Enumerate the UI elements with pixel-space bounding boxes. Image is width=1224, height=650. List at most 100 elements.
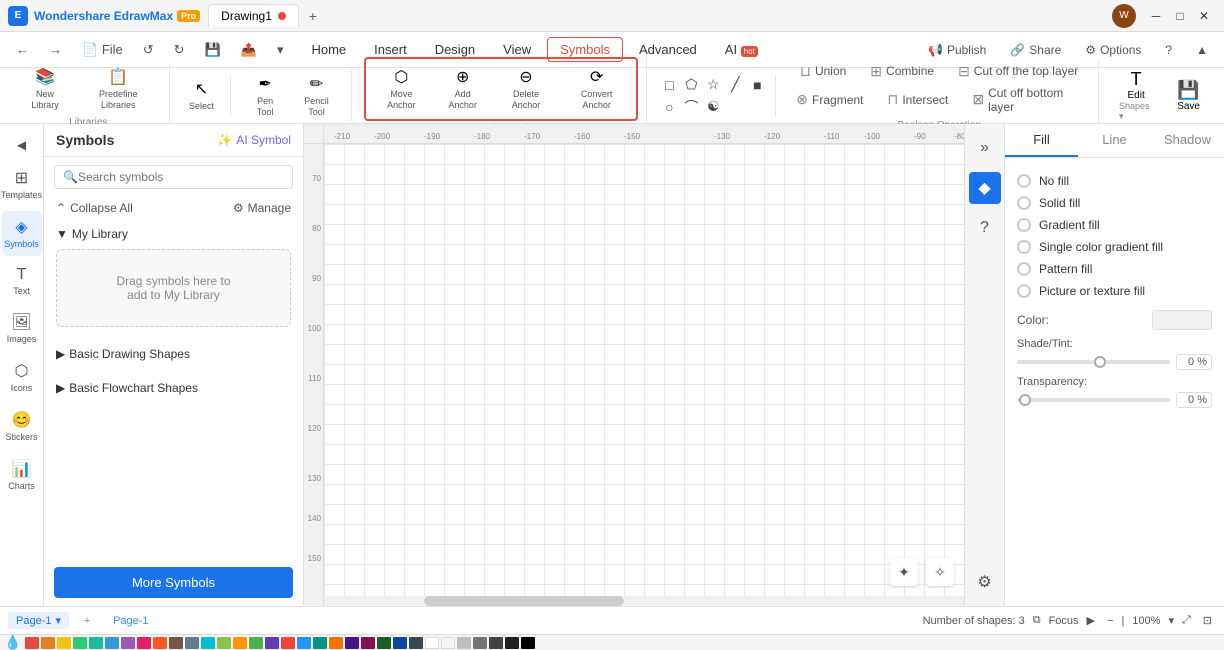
collapse-ribbon-button[interactable]: ▲ [1188, 39, 1216, 61]
color-swatch[interactable] [153, 637, 167, 649]
document-tab[interactable]: Drawing1 [208, 4, 299, 27]
settings-tool-button[interactable]: ⚙ [969, 566, 1001, 598]
shade-tint-track[interactable] [1017, 360, 1170, 364]
sidebar-item-text[interactable]: T Text [2, 260, 42, 303]
star-shape[interactable]: ☆ [703, 75, 723, 95]
play-icon[interactable]: ▶ [1087, 614, 1095, 627]
gradient-fill-option[interactable]: Gradient fill [1017, 214, 1212, 236]
tab-fill[interactable]: Fill [1005, 124, 1078, 157]
color-swatch[interactable] [377, 637, 391, 649]
sidebar-item-symbols[interactable]: ◈ Symbols [2, 211, 42, 256]
canvas-area[interactable]: -210 -200 -190 -180 -170 -160 -150 -130 … [304, 124, 964, 606]
color-swatch[interactable] [489, 637, 503, 649]
question-tool-button[interactable]: ? [969, 212, 1001, 244]
color-swatch[interactable] [457, 637, 471, 649]
close-button[interactable]: ✕ [1192, 4, 1216, 28]
transparency-thumb[interactable] [1019, 394, 1031, 406]
minimize-button[interactable]: ─ [1144, 4, 1168, 28]
color-swatch[interactable] [393, 637, 407, 649]
rect-shape[interactable]: □ [659, 75, 679, 95]
single-color-option[interactable]: Single color gradient fill [1017, 236, 1212, 258]
predefine-libraries-button[interactable]: 📋 Predefine Libraries [76, 63, 160, 115]
color-swatch[interactable] [185, 637, 199, 649]
color-swatch[interactable] [425, 637, 439, 649]
star-icon-btn[interactable]: ✧ [926, 558, 954, 586]
no-fill-radio[interactable] [1017, 174, 1031, 188]
share-button[interactable]: 🔗 Share [1002, 39, 1069, 61]
union-button[interactable]: ⊔ Union [792, 61, 854, 82]
picture-fill-radio[interactable] [1017, 284, 1031, 298]
color-swatch[interactable] [361, 637, 375, 649]
color-swatch[interactable] [505, 637, 519, 649]
fill-tool-button[interactable]: ◆ [969, 172, 1001, 204]
collapse-all-button[interactable]: ⌃ Collapse All [56, 201, 133, 215]
h-scrollbar[interactable] [324, 596, 964, 606]
spiral-shape[interactable]: ☯ [703, 97, 723, 117]
color-swatch[interactable] [57, 637, 71, 649]
color-swatch[interactable] [345, 637, 359, 649]
color-swatch[interactable] [105, 637, 119, 649]
tab-shadow[interactable]: Shadow [1151, 124, 1224, 157]
expand-right-button[interactable]: » [969, 132, 1001, 164]
file-menu[interactable]: 📄 File [74, 38, 131, 62]
pencil-tool-button[interactable]: ✏ Pencil Tool [290, 70, 343, 122]
tab-line[interactable]: Line [1078, 124, 1151, 157]
color-swatch[interactable] [41, 637, 55, 649]
shade-tint-thumb[interactable] [1094, 356, 1106, 368]
color-swatch[interactable] [25, 637, 39, 649]
pattern-fill-option[interactable]: Pattern fill [1017, 258, 1212, 280]
line-shape[interactable]: ╱ [725, 75, 745, 95]
transparency-track[interactable] [1017, 398, 1170, 402]
add-page-button[interactable]: + [77, 611, 97, 631]
color-swatch[interactable] [329, 637, 343, 649]
maximize-button[interactable]: □ [1168, 4, 1192, 28]
my-library-toggle[interactable]: ▼ My Library [56, 227, 291, 241]
color-swatch[interactable] [73, 637, 87, 649]
color-swatch[interactable] [249, 637, 263, 649]
ai-symbol-button[interactable]: ✨ AI Symbol [217, 133, 291, 147]
search-box[interactable]: 🔍 [54, 165, 293, 189]
save-button[interactable]: 💾 [197, 38, 229, 62]
cut-bottom-button[interactable]: ⊠ Cut off bottom layer [964, 84, 1090, 116]
back-button[interactable]: ← [8, 38, 37, 61]
search-input[interactable] [78, 170, 284, 184]
page-1-tab[interactable]: Page-1 ▾ [8, 612, 69, 629]
color-swatch[interactable] [233, 637, 247, 649]
sidebar-item-charts[interactable]: 📊 Charts [2, 453, 42, 498]
add-tab-button[interactable]: + [301, 4, 325, 28]
basic-flowchart-toggle[interactable]: ▶ Basic Flowchart Shapes [56, 381, 291, 395]
color-swatch[interactable] [441, 637, 455, 649]
color-swatch[interactable] [137, 637, 151, 649]
more-symbols-button[interactable]: More Symbols [54, 567, 293, 598]
help-button[interactable]: ? [1157, 39, 1180, 61]
cut-top-button[interactable]: ⊟ Cut off the top layer [950, 61, 1086, 82]
more-dropdown[interactable]: ▾ [269, 38, 292, 62]
fragment-button[interactable]: ⊗ Fragment [788, 84, 871, 116]
color-swatch[interactable] [265, 637, 279, 649]
square-shape[interactable]: ■ [747, 75, 767, 95]
export-button[interactable]: 📤 [233, 38, 265, 62]
options-button[interactable]: ⚙ Options [1077, 39, 1149, 61]
redo-button[interactable]: ↻ [166, 38, 193, 62]
layers-icon[interactable]: ⧉ [1033, 614, 1041, 627]
eyedropper-icon[interactable]: 💧 [4, 634, 21, 650]
save-toolbar-button[interactable]: 💾 Save [1169, 76, 1208, 116]
add-anchor-button[interactable]: ⊕ Add Anchor [434, 63, 491, 115]
new-library-button[interactable]: 📚 New Library [16, 63, 74, 115]
color-swatch[interactable] [121, 637, 135, 649]
canvas-grid[interactable]: ✦ ✧ [324, 144, 964, 606]
pen-tool-button[interactable]: ✒ Pen Tool [243, 70, 288, 122]
collapse-sidebar-button[interactable]: ◀ [2, 132, 42, 158]
arc-shape[interactable]: ⌒ [681, 97, 701, 117]
manage-button[interactable]: ⚙ Manage [233, 201, 291, 215]
select-tool-button[interactable]: ↖ Select [182, 75, 222, 116]
color-swatch[interactable] [409, 637, 423, 649]
picture-fill-option[interactable]: Picture or texture fill [1017, 280, 1212, 302]
gradient-fill-radio[interactable] [1017, 218, 1031, 232]
color-swatch[interactable] [313, 637, 327, 649]
intersect-button[interactable]: ⊓ Intersect [879, 84, 956, 116]
color-swatch[interactable] [169, 637, 183, 649]
no-fill-option[interactable]: No fill [1017, 170, 1212, 192]
color-swatch[interactable] [201, 637, 215, 649]
solid-fill-radio[interactable] [1017, 196, 1031, 210]
